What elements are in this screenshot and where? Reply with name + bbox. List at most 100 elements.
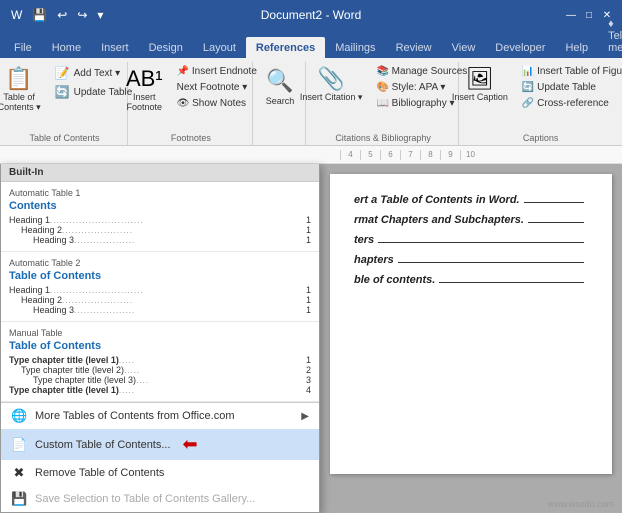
footnotes-small-buttons: 📌 Insert Endnote Next Footnote ▾ 👁 Show … xyxy=(172,64,262,111)
table-of-contents-button[interactable]: 📋 Table ofContents ▾ xyxy=(0,64,47,117)
ruler-mark-6: 6 xyxy=(380,150,400,160)
cross-reference-button[interactable]: 🔗 Cross-reference xyxy=(517,96,622,111)
auto1-entry-1: Heading 1 ............................. … xyxy=(9,215,311,225)
quick-access-toolbar: W 💾 ↩ ↪ ▾ xyxy=(8,6,106,24)
ruler-mark-9: 9 xyxy=(440,150,460,160)
auto1-entry-3: Heading 3 ................... 1 xyxy=(9,235,311,245)
toc-dropdown: Built-In Automatic Table 1 Contents Head… xyxy=(0,164,320,513)
minimize-btn[interactable]: — xyxy=(564,8,578,22)
toc-auto2-block[interactable]: Automatic Table 2 Table of Contents Head… xyxy=(1,252,319,322)
tab-home[interactable]: Home xyxy=(42,37,91,58)
footnotes-group-label: Footnotes xyxy=(171,133,211,145)
insert-footnote-label: InsertFootnote xyxy=(127,92,163,112)
captions-small-buttons: 📊 Insert Table of Figu... 🔄 Update Table… xyxy=(517,64,622,111)
auto2-subtitle: Automatic Table 2 xyxy=(9,258,311,268)
tab-insert[interactable]: Insert xyxy=(91,37,139,58)
auto2-entry-2-dots: ...................... xyxy=(62,296,306,305)
custom-toc-menu-item[interactable]: 📄 Custom Table of Contents... ⬅ xyxy=(1,429,319,460)
auto2-entry-3-dots: ................... xyxy=(74,306,306,315)
remove-toc-icon: ✖ xyxy=(11,465,27,481)
auto1-subtitle: Automatic Table 1 xyxy=(9,188,311,198)
manual-entry-3: Type chapter title (level 3) .... 3 xyxy=(9,375,311,385)
manual-entry-1-label: Type chapter title (level 1) xyxy=(9,355,119,365)
insert-endnote-button[interactable]: 📌 Insert Endnote xyxy=(172,64,262,79)
tab-layout[interactable]: Layout xyxy=(193,37,246,58)
auto2-entry-3-page: 1 xyxy=(306,305,311,315)
remove-toc-label: Remove Table of Contents xyxy=(35,467,164,479)
more-tables-icon: 🌐 xyxy=(11,408,27,424)
show-notes-button[interactable]: 👁 Show Notes xyxy=(172,96,262,111)
cross-reference-label: 🔗 Cross-reference xyxy=(522,98,609,109)
tab-tell-me[interactable]: ♦ Tell me... xyxy=(598,13,622,58)
add-text-icon: 📝 xyxy=(55,66,70,80)
remove-toc-menu-item[interactable]: ✖ Remove Table of Contents xyxy=(1,460,319,486)
insert-citation-button[interactable]: 📎 Insert Citation ▾ xyxy=(294,64,369,107)
tab-mailings[interactable]: Mailings xyxy=(325,37,385,58)
doc-line-1-dots xyxy=(524,202,584,203)
manual-entry-2-label: Type chapter title (level 2) xyxy=(21,365,124,375)
ruler-mark-7: 7 xyxy=(400,150,420,160)
tab-developer[interactable]: Developer xyxy=(485,37,555,58)
auto2-entry-3-label: Heading 3 xyxy=(33,305,74,315)
tab-design[interactable]: Design xyxy=(139,37,193,58)
save-btn[interactable]: 💾 xyxy=(29,6,50,24)
manual-entry-3-dots: .... xyxy=(136,376,306,385)
update-captions-table-label: 🔄 Update Table xyxy=(522,82,596,93)
toc-group: 📋 Table ofContents ▾ 📝 Add Text ▾ 🔄 Upda… xyxy=(2,62,128,145)
update-captions-table-button[interactable]: 🔄 Update Table xyxy=(517,80,622,95)
manual-entry-1-page: 1 xyxy=(306,355,311,365)
doc-line-3: ters xyxy=(354,234,588,246)
tab-help[interactable]: Help xyxy=(555,37,598,58)
tab-file[interactable]: File xyxy=(4,37,42,58)
manual-entry-2-page: 2 xyxy=(306,365,311,375)
document-area: ert a Table of Contents in Word. rmat Ch… xyxy=(320,164,622,513)
more-tables-label: More Tables of Contents from Office.com xyxy=(35,410,235,422)
maximize-btn[interactable]: □ xyxy=(582,8,596,22)
toc-button-label: Table ofContents ▾ xyxy=(0,92,41,113)
insert-footnote-button[interactable]: AB¹ InsertFootnote xyxy=(120,64,169,116)
insert-table-of-figures-button[interactable]: 📊 Insert Table of Figu... xyxy=(517,64,622,79)
auto1-entry-1-label: Heading 1 xyxy=(9,215,50,225)
auto2-entry-2: Heading 2 ...................... 1 xyxy=(9,295,311,305)
add-text-label: Add Text ▾ xyxy=(74,68,121,79)
doc-line-5-dots xyxy=(439,282,584,283)
insert-endnote-label: 📌 Insert Endnote xyxy=(177,66,257,77)
auto2-entry-1-label: Heading 1 xyxy=(9,285,50,295)
toc-auto1-block[interactable]: Automatic Table 1 Contents Heading 1 ...… xyxy=(1,182,319,252)
auto2-entry-1: Heading 1 ............................. … xyxy=(9,285,311,295)
manual-entry-2-dots: ..... xyxy=(124,366,306,375)
undo-btn[interactable]: ↩ xyxy=(54,6,70,24)
auto1-entry-2-label: Heading 2 xyxy=(21,225,62,235)
auto1-entry-1-page: 1 xyxy=(306,215,311,225)
custom-toc-icon: 📄 xyxy=(11,437,27,453)
auto1-entry-2: Heading 2 ...................... 1 xyxy=(9,225,311,235)
doc-line-5-text: ble of contents. xyxy=(354,274,435,286)
next-footnote-button[interactable]: Next Footnote ▾ xyxy=(172,80,262,95)
tab-references[interactable]: References xyxy=(246,37,325,58)
save-selection-label: Save Selection to Table of Contents Gall… xyxy=(35,493,255,505)
save-selection-icon: 💾 xyxy=(11,491,27,507)
insert-table-of-figures-label: 📊 Insert Table of Figu... xyxy=(522,66,622,77)
auto1-entry-2-dots: ...................... xyxy=(62,226,306,235)
search-icon: 🔍 xyxy=(266,70,293,92)
auto1-title: Contents xyxy=(9,200,311,212)
more-tables-menu-item[interactable]: 🌐 More Tables of Contents from Office.co… xyxy=(1,403,319,429)
insert-caption-button[interactable]: 🖼 Insert Caption xyxy=(446,64,514,106)
customize-btn[interactable]: ▾ xyxy=(94,6,106,24)
redo-btn[interactable]: ↪ xyxy=(74,6,90,24)
footnotes-group: AB¹ InsertFootnote 📌 Insert Endnote Next… xyxy=(130,62,253,145)
doc-line-4: hapters xyxy=(354,254,588,266)
auto1-entry-2-page: 1 xyxy=(306,225,311,235)
captions-group: 🖼 Insert Caption 📊 Insert Table of Figu.… xyxy=(461,62,620,145)
manual-subtitle: Manual Table xyxy=(9,328,311,338)
tab-review[interactable]: Review xyxy=(386,37,442,58)
ruler-mark-5: 5 xyxy=(360,150,380,160)
doc-line-4-dots xyxy=(398,262,584,263)
manual-entry-1: Type chapter title (level 1) ..... 1 xyxy=(9,355,311,365)
auto2-entry-2-page: 1 xyxy=(306,295,311,305)
style-label: 🎨 Style: APA ▾ xyxy=(376,82,445,93)
manual-entry-4-dots: ..... xyxy=(119,386,306,395)
toc-manual-block[interactable]: Manual Table Table of Contents Type chap… xyxy=(1,322,319,402)
tab-view[interactable]: View xyxy=(442,37,486,58)
manual-entry-2: Type chapter title (level 2) ..... 2 xyxy=(9,365,311,375)
